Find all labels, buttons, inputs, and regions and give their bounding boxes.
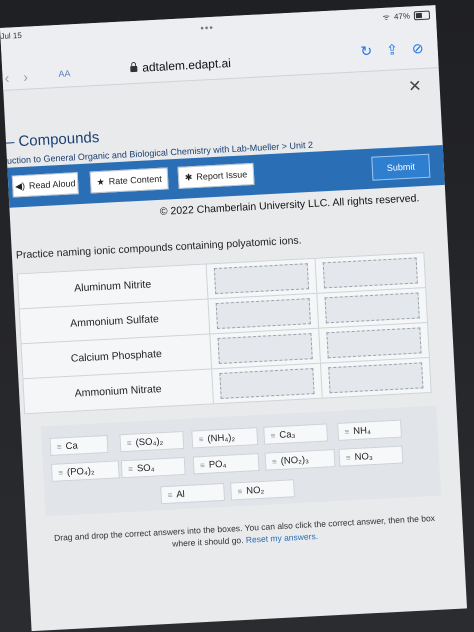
rate-content-button[interactable]: ★ Rate Content	[89, 167, 169, 194]
chip-label: Ca	[65, 440, 79, 452]
drop-target[interactable]	[322, 257, 418, 289]
chip-label: NO₃	[354, 450, 373, 463]
chip-label: (NO₂)₃	[280, 453, 310, 467]
status-time: Jul 15	[0, 30, 23, 41]
reader-aa-button[interactable]: AA	[58, 68, 71, 79]
wifi-icon: ᯤ	[382, 12, 391, 22]
answer-chip[interactable]: ≡ NO₃	[338, 445, 404, 467]
drop-target[interactable]	[215, 298, 311, 330]
rate-content-label: Rate Content	[108, 173, 162, 187]
drag-handle-icon: ≡	[199, 460, 206, 470]
drag-handle-icon: ≡	[167, 490, 173, 500]
back-arrow-icon[interactable]: ‹	[4, 70, 10, 86]
speaker-icon: ◀)	[14, 180, 26, 191]
lock-icon	[130, 65, 138, 73]
chip-label: NH₄	[352, 424, 372, 437]
browser-icons: ↻ ⇪ ⊘	[360, 40, 424, 60]
drag-handle-icon: ≡	[345, 452, 351, 462]
answer-grid: Aluminum Nitrite Ammonium Sulfate Calciu…	[16, 252, 432, 415]
drop-target[interactable]	[328, 362, 424, 394]
chip-label: Ca₃	[279, 428, 296, 441]
drag-handle-icon: ≡	[56, 441, 62, 452]
drop-target[interactable]	[326, 327, 422, 359]
url-text: adtalem.edapt.ai	[141, 55, 232, 75]
drag-handle-icon: ≡	[58, 467, 64, 478]
bug-icon: ✱	[184, 171, 193, 183]
drop-target[interactable]	[219, 368, 315, 399]
answer-chip[interactable]: ≡ Al	[160, 482, 226, 505]
answer-chip[interactable]: ≡ NH₄	[337, 419, 402, 441]
read-aloud-label: Read Aloud	[28, 178, 76, 191]
report-issue-label: Report Issue	[196, 169, 248, 182]
answer-chip[interactable]: ≡ Ca₃	[263, 423, 329, 445]
drop-target[interactable]	[217, 333, 313, 365]
drop-cell	[206, 258, 318, 299]
compass-icon[interactable]: ⊘	[411, 40, 424, 58]
drag-handle-icon: ≡	[270, 430, 276, 440]
page-title: – Compounds	[6, 129, 100, 151]
answer-chip[interactable]: ≡ (NH₄)₂	[191, 427, 259, 449]
chip-label: (SO₄)₂	[135, 435, 164, 448]
battery-percent: 47%	[393, 11, 411, 22]
nav-arrows: ‹ ›	[4, 69, 28, 86]
drag-handle-icon: ≡	[126, 438, 132, 448]
answer-chip[interactable]: ≡ (NO₂)₃	[264, 449, 336, 471]
answer-chip[interactable]: ≡ Ca	[49, 434, 109, 456]
footer-instructions: Drag and drop the correct answers into t…	[26, 510, 463, 557]
submit-button[interactable]: Submit	[371, 153, 431, 181]
drag-handle-icon: ≡	[128, 464, 134, 474]
tablet-screen: Jul 15 ••• ᯤ 47% ‹ › AA adtalem.edapt.ai…	[0, 5, 468, 632]
footer-line-2-text: where it should go.	[171, 534, 244, 549]
star-icon: ★	[96, 176, 105, 187]
drag-handle-icon: ≡	[344, 426, 350, 437]
drop-cell	[319, 323, 429, 363]
drag-handle-icon: ≡	[237, 486, 243, 496]
tab-dots-icon[interactable]: •••	[200, 23, 214, 35]
device-frame: Jul 15 ••• ᯤ 47% ‹ › AA adtalem.edapt.ai…	[0, 0, 474, 632]
answer-chip[interactable]: ≡ (SO₄)₂	[119, 430, 185, 453]
drop-cell	[317, 288, 427, 328]
answer-bank: ≡ Ca ≡ (SO₄)₂ ≡ (NH₄)₂ ≡ Ca₃ ≡ NH₄ ≡ (PO₄)₂ ≡ S…	[40, 405, 442, 517]
chip-label: NO₂	[245, 484, 265, 497]
drag-handle-icon: ≡	[198, 434, 204, 444]
forward-arrow-icon[interactable]: ›	[23, 69, 29, 85]
drop-target[interactable]	[213, 263, 310, 295]
drop-cell	[321, 358, 431, 398]
reload-icon[interactable]: ↻	[360, 43, 373, 61]
chip-label: SO₄	[136, 462, 155, 474]
chip-label: (NH₄)₂	[207, 431, 236, 445]
drop-target[interactable]	[324, 292, 420, 324]
drag-handle-icon: ≡	[271, 456, 277, 466]
browser-bar: Jul 15 ••• ᯤ 47% ‹ › AA adtalem.edapt.ai…	[0, 5, 439, 91]
share-icon[interactable]: ⇪	[386, 41, 399, 59]
drop-cell	[316, 253, 426, 293]
chip-label: Al	[176, 488, 186, 500]
chip-label: (PO₄)₂	[66, 465, 95, 478]
address-bar[interactable]: adtalem.edapt.ai	[130, 56, 231, 75]
close-icon[interactable]: ✕	[408, 76, 422, 97]
answer-chip[interactable]: ≡ NO₂	[230, 479, 295, 501]
answer-chip[interactable]: ≡ SO₄	[120, 456, 186, 479]
drop-cell	[210, 328, 321, 369]
title-prefix: –	[5, 133, 19, 151]
read-aloud-button[interactable]: ◀) Read Aloud	[11, 172, 79, 198]
reset-answers-link[interactable]: Reset my answers.	[246, 531, 319, 545]
drop-cell	[208, 293, 320, 334]
answer-chip[interactable]: ≡ PO₄	[192, 453, 260, 475]
status-right: ᯤ 47%	[382, 9, 431, 22]
chip-label: PO₄	[208, 458, 227, 471]
answer-chip[interactable]: ≡ (PO₄)₂	[50, 460, 120, 482]
title-text: Compounds	[18, 128, 100, 151]
battery-icon	[413, 10, 431, 21]
report-issue-button[interactable]: ✱ Report Issue	[177, 162, 255, 189]
drop-cell	[212, 363, 323, 404]
instructions-text: Practice naming ionic compounds containi…	[15, 234, 302, 262]
